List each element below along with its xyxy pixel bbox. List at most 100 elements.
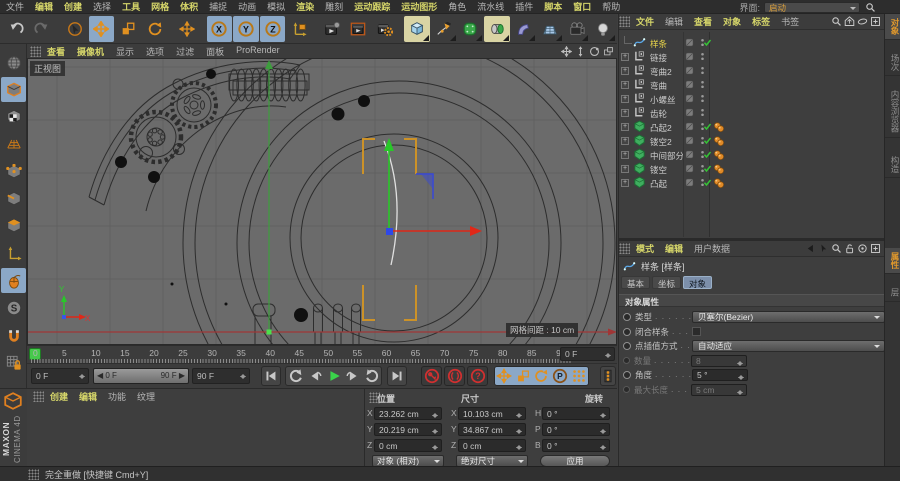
snap-s-icon-button[interactable]: S (1, 296, 26, 321)
axis-y-button[interactable]: Y (233, 15, 259, 42)
menu-雕刻[interactable]: 雕刻 (325, 0, 343, 13)
menu-体积[interactable]: 体积 (180, 0, 198, 13)
enabled-check-icon[interactable] (703, 178, 712, 189)
tab-对象[interactable]: 对象 (683, 276, 713, 289)
object-name[interactable]: 弯曲2 (650, 66, 672, 78)
attribute-dropdown-类型[interactable]: 贝塞尔(Bezier) (692, 311, 885, 324)
points-mode-icon-button[interactable] (1, 159, 26, 184)
attribute-field-数量[interactable]: 8 (691, 354, 747, 367)
animation-dot-icon[interactable] (623, 371, 631, 380)
visibility-dots-icon[interactable] (698, 94, 707, 105)
enabled-check-icon[interactable] (703, 38, 712, 49)
am-menu-编辑[interactable]: 编辑 (665, 242, 683, 255)
drag-handle-icon[interactable] (619, 16, 630, 27)
expand-icon[interactable]: + (621, 81, 629, 89)
om-menu-文件[interactable]: 文件 (636, 15, 654, 28)
expand-icon[interactable]: + (621, 53, 629, 61)
menu-渲染[interactable]: 渲染 (296, 0, 314, 13)
animation-dot-icon[interactable] (623, 386, 630, 394)
object-name[interactable]: 凸起 (650, 178, 667, 190)
texture-mode-icon-button[interactable] (1, 105, 26, 130)
object-name[interactable]: 小螺丝 (650, 94, 676, 106)
coord-system-button[interactable] (286, 15, 312, 42)
stepper-icon[interactable] (605, 351, 612, 360)
om-menu-编辑[interactable]: 编辑 (665, 15, 683, 28)
key-pla-button[interactable] (569, 367, 588, 385)
tab-坐标[interactable]: 坐标 (652, 276, 682, 289)
attribute-field-最大长度[interactable]: 5 cm (691, 383, 747, 396)
autokeying-button[interactable] (444, 366, 465, 386)
rotate-view-icon[interactable] (589, 46, 600, 57)
viewport-menu-ProRender[interactable]: ProRender (236, 45, 280, 58)
stepper-icon[interactable] (516, 411, 523, 420)
menu-窗口[interactable]: 窗口 (573, 0, 591, 13)
edges-mode-icon-button[interactable] (1, 187, 26, 212)
attribute-checkbox-闭合样条[interactable] (692, 327, 701, 337)
om-menu-书签[interactable]: 书签 (781, 15, 799, 28)
enabled-check-icon[interactable] (703, 150, 712, 161)
enabled-check-icon[interactable] (703, 122, 712, 133)
om-menu-查看[interactable]: 查看 (694, 15, 712, 28)
object-row-齿轮[interactable]: + 齿轮 (619, 106, 885, 120)
attribute-dropdown-点插值方式[interactable]: 自动适应 (692, 340, 885, 353)
timeline-ruler[interactable]: 051015202530354045505560657075808590 0 F (27, 345, 617, 363)
extrude-button[interactable] (484, 15, 510, 42)
phong-tag-icon[interactable] (713, 149, 725, 163)
scale-button[interactable] (115, 15, 141, 42)
side-tab-对象[interactable]: 对象 (885, 14, 900, 40)
origin-handle[interactable] (386, 228, 393, 235)
primitive-cube-button[interactable] (404, 15, 430, 42)
x-axis-handle[interactable] (470, 226, 482, 236)
zoom-view-icon[interactable] (575, 45, 586, 57)
frame-start-field[interactable]: 0 F (31, 368, 89, 384)
menu-选择[interactable]: 选择 (93, 0, 111, 13)
expand-icon[interactable]: + (621, 67, 629, 75)
stepper-icon[interactable] (516, 443, 523, 452)
phong-tag-icon[interactable] (713, 163, 725, 177)
spline-curve[interactable] (383, 140, 398, 266)
menu-编辑[interactable]: 编辑 (35, 0, 53, 13)
object-name[interactable]: 镂空2 (650, 136, 672, 148)
prev-key-button[interactable] (286, 367, 305, 385)
object-name[interactable]: 样条 (650, 38, 667, 50)
object-row-链接[interactable]: + 链接 (619, 50, 885, 64)
menu-脚本[interactable]: 脚本 (544, 0, 562, 13)
layer-swatch-icon[interactable] (685, 52, 694, 63)
object-row-小螺丝[interactable]: + 小螺丝 (619, 92, 885, 106)
history-back-icon[interactable] (805, 243, 816, 254)
menu-角色[interactable]: 角色 (448, 0, 466, 13)
attribute-field-角度[interactable]: 5 ° (692, 369, 748, 382)
menu-创建[interactable]: 创建 (64, 0, 82, 13)
menu-运动图形[interactable]: 运动图形 (401, 0, 437, 13)
material-menu-功能[interactable]: 功能 (108, 390, 126, 403)
last-tool-button[interactable] (174, 15, 200, 42)
coords-field-尺寸-X[interactable]: 10.103 cm (458, 407, 526, 420)
drag-handle-icon[interactable] (619, 243, 630, 254)
menu-捕捉[interactable]: 捕捉 (209, 0, 227, 13)
side-tab-内容浏览器[interactable]: 内容浏览器 (885, 86, 900, 138)
object-row-中间部分[interactable]: + 中间部分 (619, 148, 885, 162)
key-parameter-button[interactable]: P (551, 367, 570, 385)
viewport-canvas[interactable]: Y X 正视图 网格间距 : 10 cm (27, 58, 617, 345)
coords-field-位置-Y[interactable]: 20.219 cm (374, 423, 442, 436)
layer-swatch-icon[interactable] (685, 94, 694, 105)
next-key-button[interactable] (362, 367, 381, 385)
skip-end-button[interactable] (387, 366, 407, 386)
coords-field-旋转-B[interactable]: 0 ° (542, 439, 610, 452)
render-settings-button[interactable] (371, 15, 398, 42)
current-frame-field[interactable]: 0 F (560, 347, 615, 361)
mouse-tweak-icon-button[interactable] (1, 268, 26, 294)
side-tab-属性[interactable]: 属性 (885, 248, 900, 274)
expand-icon[interactable]: + (621, 179, 629, 187)
am-menu-模式[interactable]: 模式 (636, 242, 654, 255)
visibility-dots-icon[interactable] (698, 66, 707, 77)
am-menu-用户数据[interactable]: 用户数据 (694, 242, 730, 255)
object-name[interactable]: 弯曲 (650, 80, 667, 92)
animation-dot-icon[interactable] (623, 342, 631, 351)
phong-tag-icon[interactable] (713, 121, 725, 135)
expand-icon[interactable]: + (621, 109, 629, 117)
search-icon[interactable] (831, 243, 842, 254)
pan-view-icon[interactable] (561, 45, 572, 57)
grid-lock-icon-button[interactable] (1, 350, 26, 375)
object-row-凸起[interactable]: + 凸起 (619, 176, 885, 190)
